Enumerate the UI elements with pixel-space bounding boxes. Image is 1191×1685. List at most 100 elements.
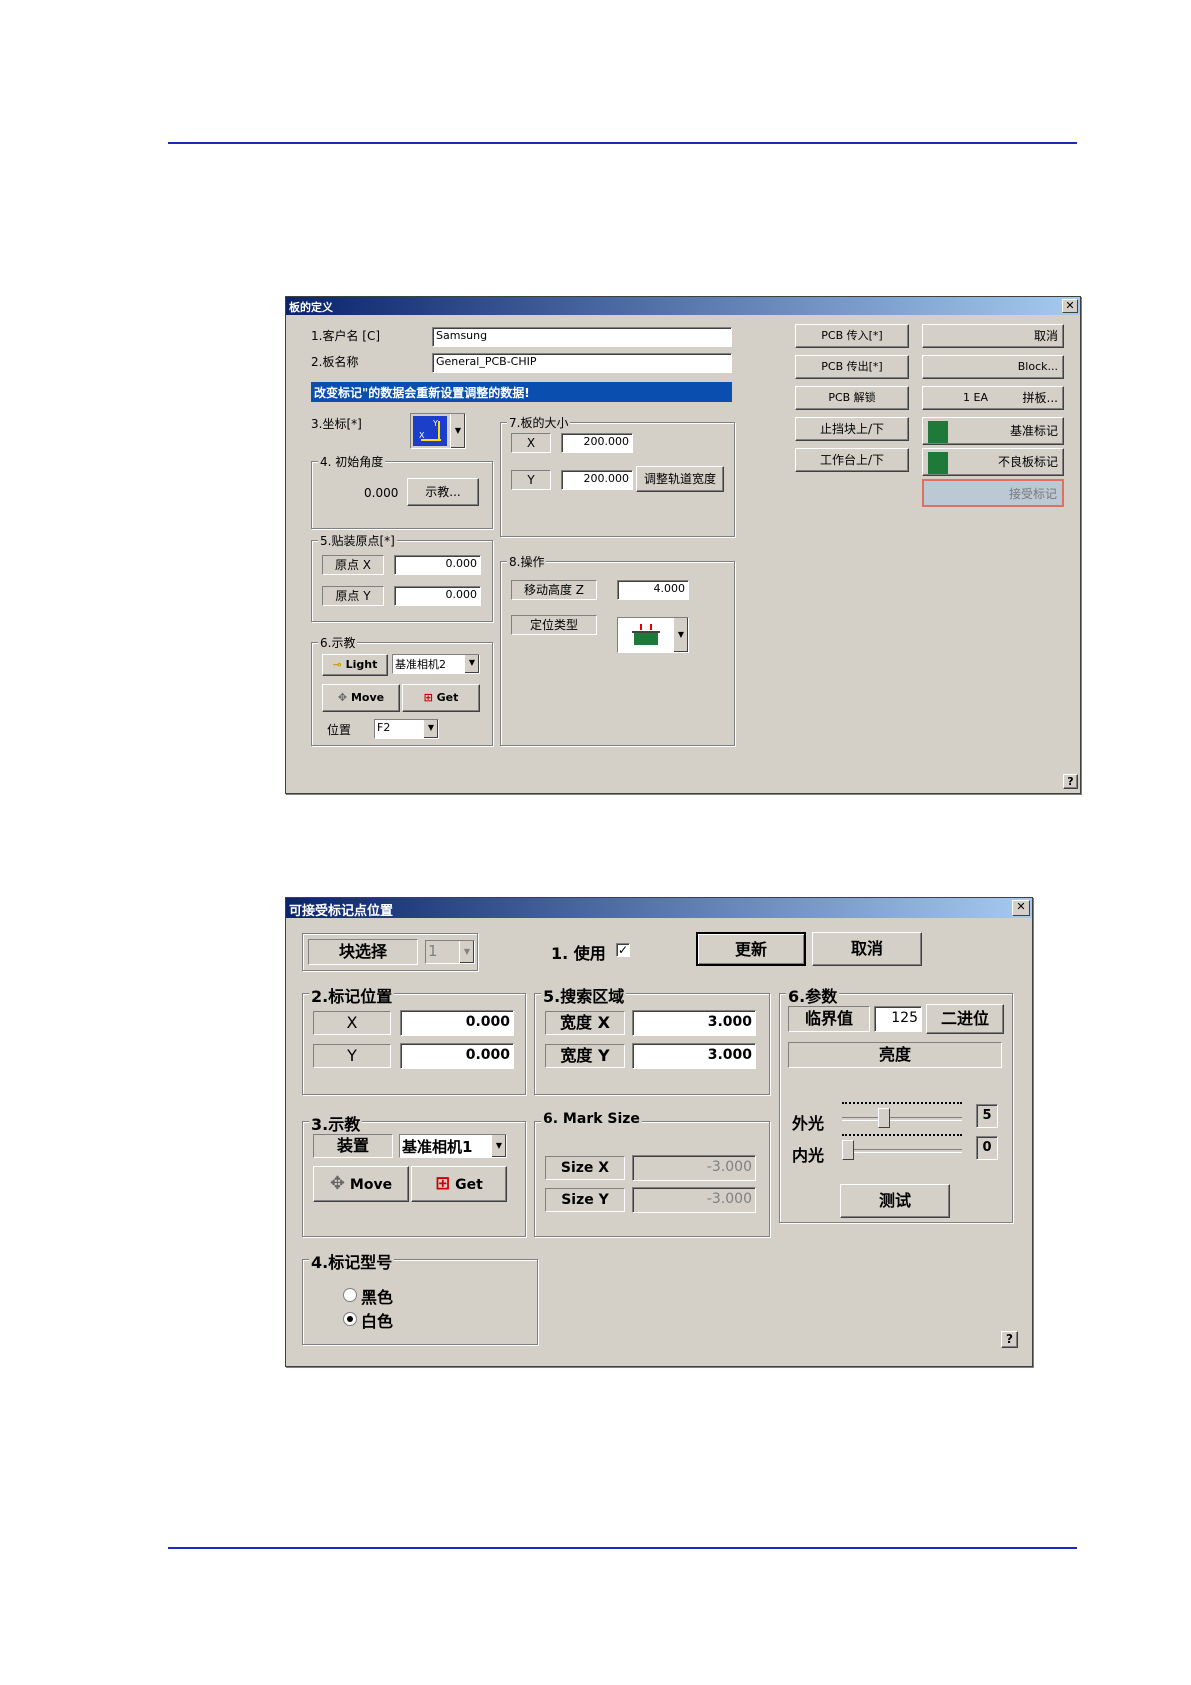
help-button[interactable]: ?	[1063, 774, 1078, 789]
search-area-title: 5.搜索区域	[541, 983, 627, 1007]
chevron-down-icon[interactable]: ▼	[450, 414, 465, 448]
origin-title: 5.贴装原点[*]	[318, 532, 397, 549]
test-button[interactable]: 测试	[840, 1184, 950, 1218]
origin-group: 5.贴装原点[*] 原点 X 0.000 原点 Y 0.000	[311, 532, 493, 622]
inner-light-slider[interactable]	[842, 1132, 962, 1162]
brightness-label: 亮度	[788, 1042, 1002, 1068]
customer-input[interactable]: Samsung	[432, 327, 732, 347]
outer-light-slider[interactable]	[842, 1100, 962, 1130]
board-size-title: 7.板的大小	[507, 414, 571, 431]
chevron-down-icon[interactable]: ▼	[673, 618, 688, 652]
update-button[interactable]: 更新	[696, 932, 806, 966]
position-type-select[interactable]: ▼	[617, 617, 689, 653]
chevron-down-icon[interactable]: ▼	[464, 655, 479, 673]
bad-mark-color-swatch	[928, 452, 948, 474]
stopper-button[interactable]: 止挡块上/下	[795, 417, 909, 441]
init-angle-title: 4. 初始角度	[318, 453, 386, 470]
camera-select[interactable]: 基准相机2 ▼	[392, 654, 480, 674]
threshold-input[interactable]: 125	[874, 1006, 922, 1032]
coord-label: 3.坐标[*]	[311, 417, 362, 431]
bad-mark-button[interactable]: 不良板标记	[922, 448, 1064, 476]
binary-button[interactable]: 二进位	[926, 1004, 1004, 1034]
size-x-input[interactable]: -3.000	[632, 1155, 756, 1181]
position-label: 位置	[327, 723, 352, 737]
table-button[interactable]: 工作台上/下	[795, 448, 909, 472]
chevron-down-icon[interactable]: ▼	[491, 1135, 506, 1157]
block-button[interactable]: Block...	[922, 355, 1064, 379]
width-y-input[interactable]: 3.000	[632, 1043, 756, 1069]
light-icon: ⊸	[332, 658, 342, 671]
size-y-label: Y	[511, 470, 551, 490]
light-button-label: Light	[345, 658, 378, 671]
teach-angle-button[interactable]: 示教...	[407, 478, 479, 506]
mark-x-input[interactable]: 0.000	[400, 1010, 514, 1036]
origin-y-label: 原点 Y	[322, 586, 384, 606]
help-button[interactable]: ?	[1001, 1331, 1018, 1348]
cancel-button[interactable]: 取消	[812, 932, 922, 966]
close-button[interactable]: ✕	[1062, 299, 1078, 313]
fiducial-button-label: 基准标记	[1009, 424, 1058, 438]
pcb-out-button[interactable]: PCB 传出[*]	[795, 355, 909, 379]
black-radio[interactable]	[343, 1288, 357, 1302]
size-y-label: Size Y	[545, 1188, 625, 1212]
camera-value: 基准相机2	[395, 658, 446, 671]
fiducial-color-swatch	[928, 421, 948, 443]
slider-track	[842, 1117, 962, 1121]
position-type-label: 定位类型	[511, 615, 597, 635]
mark-y-input[interactable]: 0.000	[400, 1043, 514, 1069]
origin-y-input[interactable]: 0.000	[394, 586, 481, 606]
white-radio[interactable]	[343, 1312, 357, 1326]
pcb-unlock-button[interactable]: PCB 解锁	[795, 386, 909, 410]
coord-select[interactable]: X Y ▼	[410, 413, 466, 449]
size-y-input[interactable]: -3.000	[632, 1187, 756, 1213]
block-select-label: 块选择	[308, 939, 418, 965]
size-y-input[interactable]: 200.000	[561, 470, 633, 490]
panel-button[interactable]: 1 EA 拼板...	[922, 386, 1064, 410]
svg-text:Y: Y	[432, 419, 438, 428]
adjust-rail-button[interactable]: 调整轨道宽度	[636, 466, 724, 492]
slider-thumb[interactable]	[842, 1140, 854, 1160]
camera-select[interactable]: 基准相机1 ▼	[399, 1134, 507, 1158]
block-select-combo[interactable]: 1 ▼	[425, 940, 475, 964]
board-size-group: 7.板的大小 X 200.000 Y 200.000 调整轨道宽度	[500, 414, 735, 537]
get-button[interactable]: ⊞ Get	[411, 1166, 507, 1202]
warning-banner: 改变标记"的数据会重新设置调整的数据!	[311, 382, 732, 402]
acceptable-mark-dialog: 可接受标记点位置 ✕ 块选择 1 ▼ 1. 使用 ✓ 更新 取消 2.标记位置 …	[285, 897, 1033, 1367]
use-checkbox[interactable]: ✓	[616, 943, 630, 957]
pcb-in-button[interactable]: PCB 传入[*]	[795, 324, 909, 348]
board-name-input[interactable]: General_PCB-CHIP	[432, 353, 732, 373]
mark-size-group: 6. Mark Size Size X -3.000 Size Y -3.000	[534, 1111, 770, 1237]
origin-x-input[interactable]: 0.000	[394, 555, 481, 575]
width-x-input[interactable]: 3.000	[632, 1010, 756, 1036]
move-button[interactable]: ✥ Move	[313, 1166, 409, 1202]
outer-light-value: 5	[976, 1104, 998, 1128]
move-button[interactable]: ✥ Move	[322, 684, 400, 712]
get-button-label: Get	[436, 691, 459, 704]
width-x-label: 宽度 X	[545, 1011, 625, 1035]
size-x-label: X	[511, 433, 551, 453]
fiducial-button[interactable]: 基准标记	[922, 417, 1064, 445]
header-rule	[168, 142, 1077, 144]
camera-value: 基准相机1	[402, 1138, 473, 1156]
panel-button-label: 拼板...	[1022, 391, 1058, 405]
move-height-input[interactable]: 4.000	[617, 580, 689, 600]
position-select[interactable]: F2 ▼	[374, 719, 439, 739]
close-button[interactable]: ✕	[1012, 900, 1030, 916]
cancel-button[interactable]: 取消	[922, 324, 1064, 348]
search-area-group: 5.搜索区域 宽度 X 3.000 宽度 Y 3.000	[534, 983, 770, 1095]
svg-text:X: X	[419, 431, 425, 440]
mark-x-label: X	[313, 1011, 391, 1035]
size-x-input[interactable]: 200.000	[561, 433, 633, 453]
teach-title: 6.示教	[318, 634, 358, 651]
slider-thumb[interactable]	[878, 1108, 890, 1128]
get-button[interactable]: ⊞ Get	[402, 684, 480, 712]
chevron-down-icon[interactable]: ▼	[459, 941, 474, 963]
chevron-down-icon[interactable]: ▼	[423, 720, 438, 738]
accept-mark-button[interactable]: 接受标记	[922, 479, 1064, 507]
white-label: 白色	[361, 1312, 394, 1331]
params-group: 6.参数 临界值 125 二进位 亮度 外光 5 内光 0 测试	[779, 983, 1013, 1223]
params-title: 6.参数	[786, 983, 840, 1007]
light-button[interactable]: ⊸ Light	[322, 654, 388, 676]
bad-mark-button-label: 不良板标记	[997, 455, 1058, 469]
outer-light-label: 外光	[792, 1114, 825, 1133]
